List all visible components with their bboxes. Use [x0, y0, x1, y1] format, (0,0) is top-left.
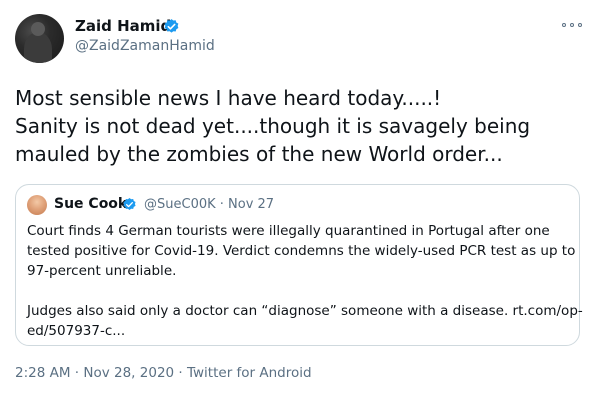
- tweet-text-line: Most sensible news I have heard today...…: [15, 86, 442, 110]
- more-dot: [562, 23, 566, 27]
- quoted-text-line: Court finds 4 German tourists were illeg…: [27, 223, 550, 239]
- quoted-text-line: 97-percent unreliable.: [27, 263, 177, 279]
- quoted-handle-date: @SueC00K · Nov 27: [144, 197, 275, 212]
- more-dot: [578, 23, 582, 27]
- quoted-tweet-card[interactable]: Sue Cook @SueC00K · Nov 27 Court finds 4…: [15, 184, 583, 346]
- quoted-author-name[interactable]: Sue Cook: [54, 196, 127, 212]
- verified-badge-icon: [123, 197, 136, 210]
- tweet-timestamp[interactable]: 2:28 AM · Nov 28, 2020 · Twitter for And…: [15, 365, 312, 381]
- quoted-author-avatar[interactable]: [27, 195, 47, 215]
- quoted-text-line[interactable]: ed/507937-c...: [27, 321, 567, 341]
- author-name[interactable]: Zaid Hamid: [75, 17, 171, 35]
- more-options-icon[interactable]: [560, 19, 584, 31]
- verified-badge-icon: [164, 19, 179, 33]
- tweet-text: Most sensible news I have heard today...…: [15, 84, 580, 168]
- author-handle[interactable]: @ZaidZamanHamid: [75, 38, 215, 54]
- avatar-head: [31, 22, 45, 36]
- quoted-text-line: tested positive for Covid-19. Verdict co…: [27, 243, 576, 259]
- quoted-tweet-text: Court finds 4 German tourists were illeg…: [27, 221, 583, 341]
- more-dot: [570, 23, 574, 27]
- quoted-text-line[interactable]: Judges also said only a doctor can “diag…: [27, 301, 583, 321]
- tweet-text-line: Sanity is not dead yet....though it is s…: [15, 114, 531, 138]
- author-avatar[interactable]: [15, 14, 64, 63]
- avatar-figure: [24, 32, 52, 63]
- tweet-text-line: mauled by the zombies of the new World o…: [15, 142, 503, 166]
